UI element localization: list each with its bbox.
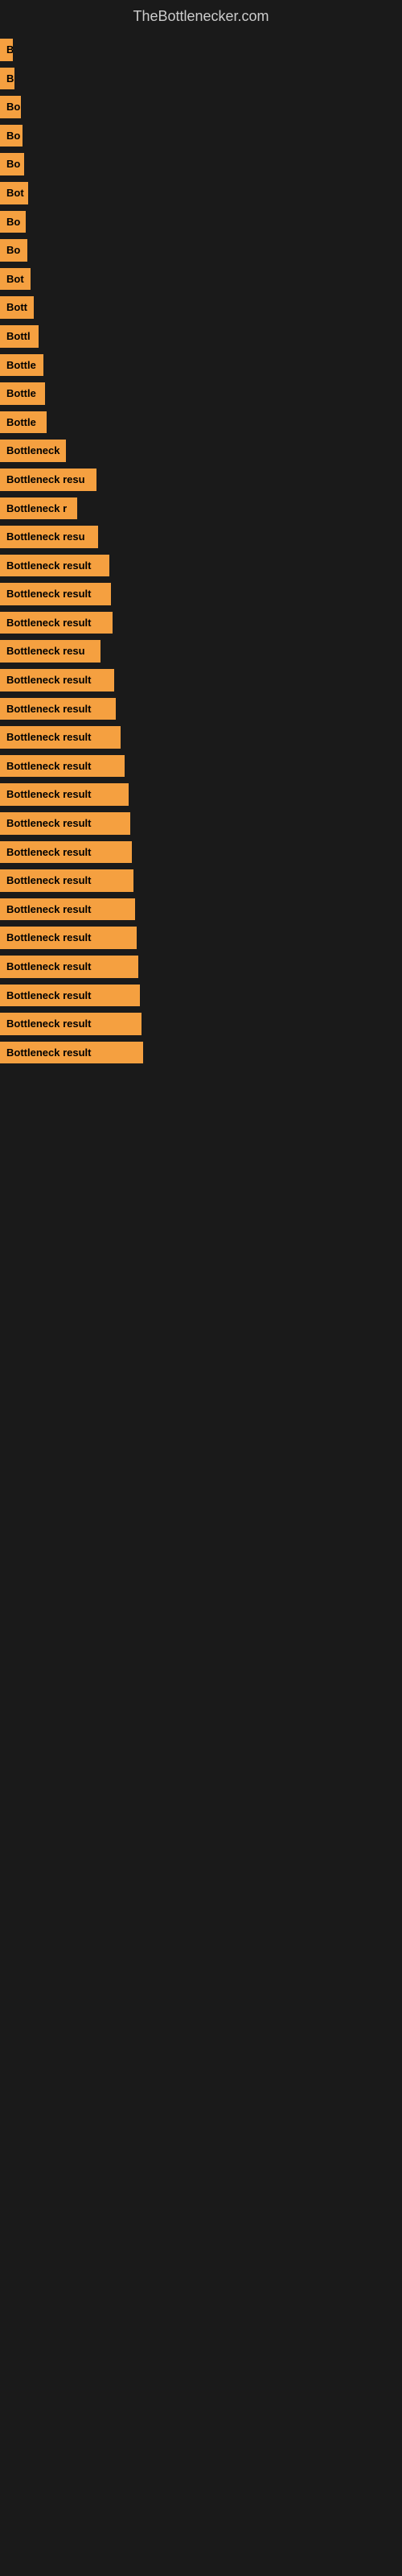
list-item: Bottleneck result [0, 553, 402, 579]
list-item: Bottle [0, 353, 402, 378]
item-label[interactable]: Bo [0, 96, 21, 118]
list-item: Bottleneck result [0, 724, 402, 750]
item-label[interactable]: Bottleneck resu [0, 469, 96, 491]
list-item: Bottleneck resu [0, 638, 402, 664]
item-label[interactable]: Bottleneck result [0, 812, 130, 835]
list-item: Bo [0, 151, 402, 177]
item-label[interactable]: Bottleneck result [0, 985, 140, 1007]
item-label[interactable]: Bott [0, 296, 34, 319]
item-label[interactable]: Bottle [0, 382, 45, 405]
list-item: Bottleneck result [0, 581, 402, 607]
item-label[interactable]: Bo [0, 125, 23, 147]
item-label[interactable]: Bottleneck result [0, 898, 135, 921]
item-label[interactable]: Bottl [0, 325, 39, 348]
item-label[interactable]: Bottleneck result [0, 755, 125, 778]
item-label[interactable]: Bottleneck resu [0, 640, 100, 663]
list-item: Bo [0, 237, 402, 263]
list-item: Bottleneck result [0, 1011, 402, 1037]
list-item: Bottleneck [0, 438, 402, 464]
item-label[interactable]: Bottle [0, 411, 47, 434]
list-item: Bottl [0, 324, 402, 349]
list-item: Bottleneck result [0, 696, 402, 722]
list-item: Bot [0, 180, 402, 206]
item-label[interactable]: B [0, 68, 14, 90]
item-label[interactable]: Bottleneck resu [0, 526, 98, 548]
item-label[interactable]: Bot [0, 268, 31, 291]
list-item: Bo [0, 94, 402, 120]
item-label[interactable]: Bottleneck result [0, 841, 132, 864]
item-label[interactable]: Bottleneck result [0, 669, 114, 691]
list-item: Bottleneck result [0, 925, 402, 951]
list-item: Bottleneck result [0, 1040, 402, 1066]
item-label[interactable]: Bottleneck result [0, 612, 113, 634]
item-label[interactable]: Bottleneck result [0, 956, 138, 978]
list-item: Bottleneck resu [0, 524, 402, 550]
list-item: Bottleneck result [0, 954, 402, 980]
list-item: Bottleneck result [0, 840, 402, 865]
item-label[interactable]: Bottleneck [0, 440, 66, 462]
list-item: Bottleneck result [0, 610, 402, 636]
item-label[interactable]: Bottleneck result [0, 1013, 142, 1035]
site-title: TheBottlenecker.com [0, 0, 402, 29]
item-label[interactable]: Bottleneck result [0, 1042, 143, 1064]
item-label[interactable]: Bottleneck result [0, 698, 116, 720]
item-label[interactable]: Bottleneck result [0, 555, 109, 577]
item-label[interactable]: Bottleneck r [0, 497, 77, 520]
list-item: Bo [0, 123, 402, 149]
item-label[interactable]: Bottleneck result [0, 927, 137, 949]
item-label[interactable]: B [0, 39, 13, 61]
item-label[interactable]: Bo [0, 239, 27, 262]
item-label[interactable]: Bottle [0, 354, 43, 377]
list-item: Bottle [0, 381, 402, 407]
list-item: Bottleneck result [0, 868, 402, 894]
item-label[interactable]: Bot [0, 182, 28, 204]
list-item: Bottleneck result [0, 811, 402, 836]
item-label[interactable]: Bottleneck result [0, 783, 129, 806]
list-item: Bott [0, 295, 402, 320]
list-item: Bottleneck result [0, 753, 402, 779]
item-label[interactable]: Bo [0, 211, 26, 233]
list-item: B [0, 37, 402, 63]
item-label[interactable]: Bottleneck result [0, 726, 121, 749]
list-item: Bo [0, 209, 402, 235]
list-item: Bottleneck r [0, 496, 402, 522]
list-item: Bottle [0, 410, 402, 436]
item-label[interactable]: Bo [0, 153, 24, 175]
item-label[interactable]: Bottleneck result [0, 869, 133, 892]
list-item: Bottleneck result [0, 897, 402, 923]
list-item: B [0, 66, 402, 92]
list-item: Bottleneck result [0, 983, 402, 1009]
list-item: Bottleneck result [0, 782, 402, 807]
list-item: Bottleneck result [0, 667, 402, 693]
list-item: Bot [0, 266, 402, 292]
list-item: Bottleneck resu [0, 467, 402, 493]
items-container: BB Bo Bo Bo Bot Bo Bo Bot Bott Bottl Bottle Bottle B… [0, 29, 402, 1076]
item-label[interactable]: Bottleneck result [0, 583, 111, 605]
